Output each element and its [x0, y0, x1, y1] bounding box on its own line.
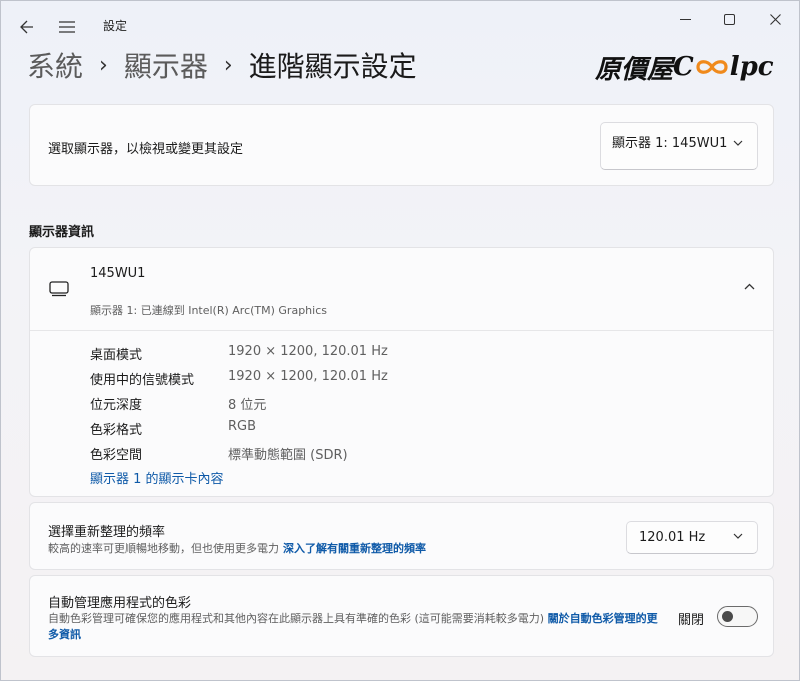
logo-suffix: lpc [729, 52, 774, 82]
display-adapter-properties-link[interactable]: 顯示器 1 的顯示卡內容 [90, 468, 224, 487]
info-value: 1920 × 1200, 120.01 Hz [228, 344, 388, 359]
settings-window: 設定 系統 › 顯示器 › 進階顯示設定 原價屋 C lpc 選取顯示器，以檢視… [0, 0, 800, 681]
refresh-rate-learn-more-link[interactable]: 深入了解有關重新整理的頻率 [283, 542, 426, 555]
breadcrumb-item-advanced-display: 進階顯示設定 [248, 50, 417, 83]
select-display-card: 選取顯示器，以檢視或變更其設定 顯示器 1: 145WU1 [29, 104, 774, 186]
monitor-connection: 顯示器 1: 已連線到 Intel(R) Arc(TM) Graphics [90, 304, 327, 317]
app-title: 設定 [103, 19, 128, 33]
logo-prefix: 原價屋 [595, 54, 674, 85]
maximize-button[interactable] [711, 5, 747, 33]
auto-color-toggle[interactable] [717, 606, 758, 627]
breadcrumb-separator: › [99, 52, 108, 78]
minimize-icon [679, 18, 691, 20]
logo-infinity-icon [695, 58, 729, 76]
chevron-down-icon [733, 533, 743, 539]
close-button[interactable] [757, 5, 793, 33]
close-icon [769, 13, 781, 25]
refresh-rate-description-text: 較高的速率可更順暢地移動，但也使用更多電力 [48, 542, 279, 555]
back-arrow-icon [20, 20, 33, 34]
breadcrumb: 系統 › 顯示器 › 進階顯示設定 [27, 45, 417, 85]
breadcrumb-item-system[interactable]: 系統 [27, 45, 83, 85]
select-display-label: 選取顯示器，以檢視或變更其設定 [48, 142, 244, 157]
refresh-rate-dropdown[interactable]: 120.01 Hz [626, 521, 758, 554]
auto-color-title: 自動管理應用程式的色彩 [48, 596, 192, 611]
refresh-rate-description: 較高的速率可更順暢地移動，但也使用更多電力 深入了解有關重新整理的頻率 [48, 540, 426, 556]
display-info-header[interactable]: 145WU1 顯示器 1: 已連線到 Intel(R) Arc(TM) Grap… [30, 248, 773, 331]
maximize-icon [723, 13, 735, 25]
chevron-down-icon [733, 140, 743, 146]
info-key: 位元深度 [90, 398, 143, 413]
logo-c: C [673, 52, 694, 82]
nav-menu-button[interactable] [53, 13, 81, 41]
back-button[interactable] [13, 13, 41, 41]
auto-color-toggle-label: 關閉 [678, 613, 705, 628]
info-value: 8 位元 [228, 398, 267, 413]
toggle-knob [722, 611, 733, 622]
breadcrumb-separator: › [223, 52, 233, 78]
info-value: RGB [228, 419, 257, 434]
display-info-card: 145WU1 顯示器 1: 已連線到 Intel(R) Arc(TM) Grap… [29, 247, 774, 497]
auto-color-description-text: 自動色彩管理可確保您的應用程式和其他內容在此顯示器上具有準確的色彩 (這可能需要… [48, 612, 545, 625]
chevron-up-icon[interactable] [744, 283, 755, 290]
info-key: 使用中的信號模式 [90, 373, 195, 388]
refresh-rate-card: 選擇重新整理的頻率 較高的速率可更順暢地移動，但也使用更多電力 深入了解有關重新整… [29, 502, 774, 570]
coolpc-logo: 原價屋 C lpc [595, 49, 774, 85]
auto-color-management-card: 自動管理應用程式的色彩 自動色彩管理可確保您的應用程式和其他內容在此顯示器上具有… [29, 575, 774, 657]
hamburger-icon [59, 21, 75, 33]
auto-color-description: 自動色彩管理可確保您的應用程式和其他內容在此顯示器上具有準確的色彩 (這可能需要… [48, 611, 658, 643]
info-key: 桌面模式 [90, 348, 143, 363]
display-info-heading: 顯示器資訊 [29, 225, 95, 240]
display-dropdown-value: 顯示器 1: 145WU1 [612, 136, 728, 151]
refresh-rate-title: 選擇重新整理的頻率 [48, 525, 166, 540]
info-key: 色彩空間 [90, 448, 143, 463]
refresh-rate-value: 120.01 Hz [639, 530, 706, 545]
info-value: 1920 × 1200, 120.01 Hz [228, 369, 388, 384]
monitor-name: 145WU1 [90, 266, 146, 281]
minimize-button[interactable] [667, 5, 703, 33]
info-key: 色彩格式 [90, 423, 143, 438]
display-dropdown[interactable]: 顯示器 1: 145WU1 [600, 122, 758, 170]
title-bar: 設定 [1, 1, 799, 49]
monitor-icon [49, 281, 69, 297]
info-value: 標準動態範圍 (SDR) [228, 448, 348, 463]
breadcrumb-item-display[interactable]: 顯示器 [124, 45, 208, 85]
